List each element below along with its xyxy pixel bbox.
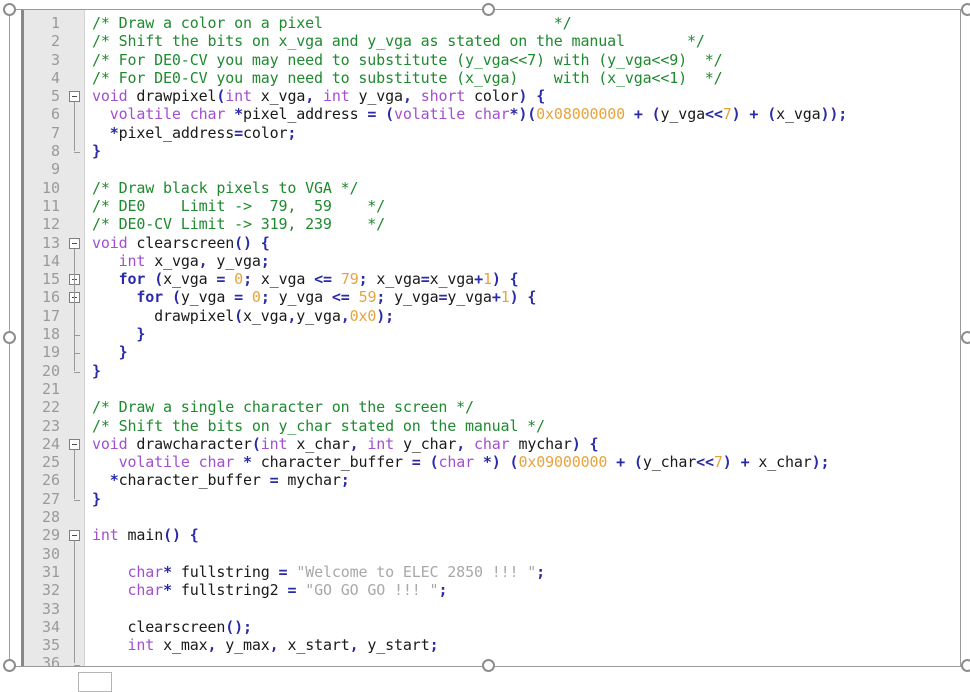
- line-number: 9: [50, 160, 60, 179]
- fold-end-tick: [74, 499, 80, 501]
- fold-row: [66, 417, 84, 435]
- fold-row: [66, 288, 84, 306]
- code-editor[interactable]: 1 2 3 4 5 6 7 8 9 10 11 12 13 14 15 16 17 18 19 20 21 22 23 24 2…: [10, 10, 960, 666]
- line-number: 22: [41, 398, 60, 417]
- fold-row: [66, 252, 84, 270]
- line-number: 36: [41, 654, 60, 666]
- fold-row: [66, 179, 84, 197]
- resize-handle-top-right[interactable]: [961, 3, 970, 16]
- line-number: 8: [50, 142, 60, 161]
- fold-end-tick: [74, 371, 80, 373]
- fold-row: [66, 435, 84, 453]
- fold-row: [66, 398, 84, 416]
- fold-collapse-icon[interactable]: [69, 237, 80, 249]
- line-number: 23: [41, 416, 60, 435]
- line-number: 6: [50, 105, 60, 124]
- fold-row: [66, 600, 84, 618]
- line-number: 31: [41, 562, 60, 581]
- fold-row: [66, 270, 84, 288]
- line-number: 18: [41, 325, 60, 344]
- line-number: 20: [41, 361, 60, 380]
- fold-row: [66, 234, 84, 252]
- line-number: 34: [41, 617, 60, 636]
- line-number: 30: [41, 544, 60, 563]
- line-number: 19: [41, 343, 60, 362]
- fold-row: [66, 471, 84, 489]
- fold-row: [66, 453, 84, 471]
- fold-row: [66, 124, 84, 142]
- fold-row: [66, 160, 84, 178]
- fold-row: [66, 215, 84, 233]
- line-number: 3: [50, 50, 60, 69]
- fold-row: [66, 32, 84, 50]
- resize-handle-bottom-center[interactable]: [482, 659, 495, 672]
- line-number: 27: [41, 489, 60, 508]
- line-number: 13: [41, 233, 60, 252]
- line-number: 10: [41, 178, 60, 197]
- resize-handle-top-center[interactable]: [482, 3, 495, 16]
- fold-collapse-icon[interactable]: [69, 530, 80, 542]
- line-number: 25: [41, 453, 60, 472]
- partial-object-below: [78, 672, 112, 692]
- fold-row: [66, 508, 84, 526]
- fold-row: [66, 545, 84, 563]
- fold-end-tick: [74, 664, 80, 666]
- code-text-area[interactable]: /* Draw a color on a pixel */ /* Shift t…: [84, 10, 960, 666]
- fold-row: [66, 105, 84, 123]
- line-number: 11: [41, 196, 60, 215]
- resize-handle-middle-left[interactable]: [3, 331, 16, 344]
- fold-row: [66, 636, 84, 654]
- line-number: 16: [41, 288, 60, 307]
- line-number: 14: [41, 251, 60, 270]
- line-number: 7: [50, 123, 60, 142]
- line-number: 29: [41, 526, 60, 545]
- fold-row: [66, 581, 84, 599]
- source-code[interactable]: /* Draw a color on a pixel */ /* Shift t…: [92, 14, 960, 654]
- line-number: 33: [41, 599, 60, 618]
- line-number-gutter: 1 2 3 4 5 6 7 8 9 10 11 12 13 14 15 16 17 18 19 20 21 22 23 24 2…: [24, 10, 66, 666]
- fold-row: [66, 51, 84, 69]
- fold-end-tick: [74, 152, 80, 154]
- resize-handle-bottom-right[interactable]: [961, 659, 970, 672]
- resize-handle-top-left[interactable]: [3, 3, 16, 16]
- fold-row: [66, 197, 84, 215]
- fold-row: [66, 380, 84, 398]
- fold-end-tick: [74, 353, 80, 355]
- fold-guide-line: [74, 541, 75, 664]
- line-number: 21: [41, 379, 60, 398]
- fold-row: [66, 526, 84, 544]
- code-folding-column[interactable]: [66, 10, 84, 666]
- line-number: 5: [50, 87, 60, 106]
- resize-handle-middle-right[interactable]: [961, 331, 970, 344]
- line-number: 26: [41, 471, 60, 490]
- fold-row: [66, 87, 84, 105]
- fold-row: [66, 618, 84, 636]
- fold-end-tick: [74, 335, 80, 337]
- fold-guide-line: [74, 449, 75, 499]
- line-number: 17: [41, 306, 60, 325]
- line-number: 2: [50, 32, 60, 51]
- line-number: 35: [41, 636, 60, 655]
- line-number: 4: [50, 68, 60, 87]
- fold-row: [66, 563, 84, 581]
- line-number: 28: [41, 508, 60, 527]
- fold-guide-line: [74, 102, 75, 152]
- resize-handle-bottom-left[interactable]: [3, 659, 16, 672]
- fold-collapse-icon[interactable]: [69, 91, 80, 103]
- line-number: 1: [50, 14, 60, 32]
- line-number: 24: [41, 434, 60, 453]
- fold-guide-line: [74, 303, 75, 335]
- line-number: 15: [41, 270, 60, 289]
- fold-collapse-icon[interactable]: [69, 438, 80, 450]
- line-number: 32: [41, 581, 60, 600]
- fold-row: [66, 69, 84, 87]
- line-number: 12: [41, 215, 60, 234]
- fold-row: [66, 14, 84, 32]
- fold-row: [66, 307, 84, 325]
